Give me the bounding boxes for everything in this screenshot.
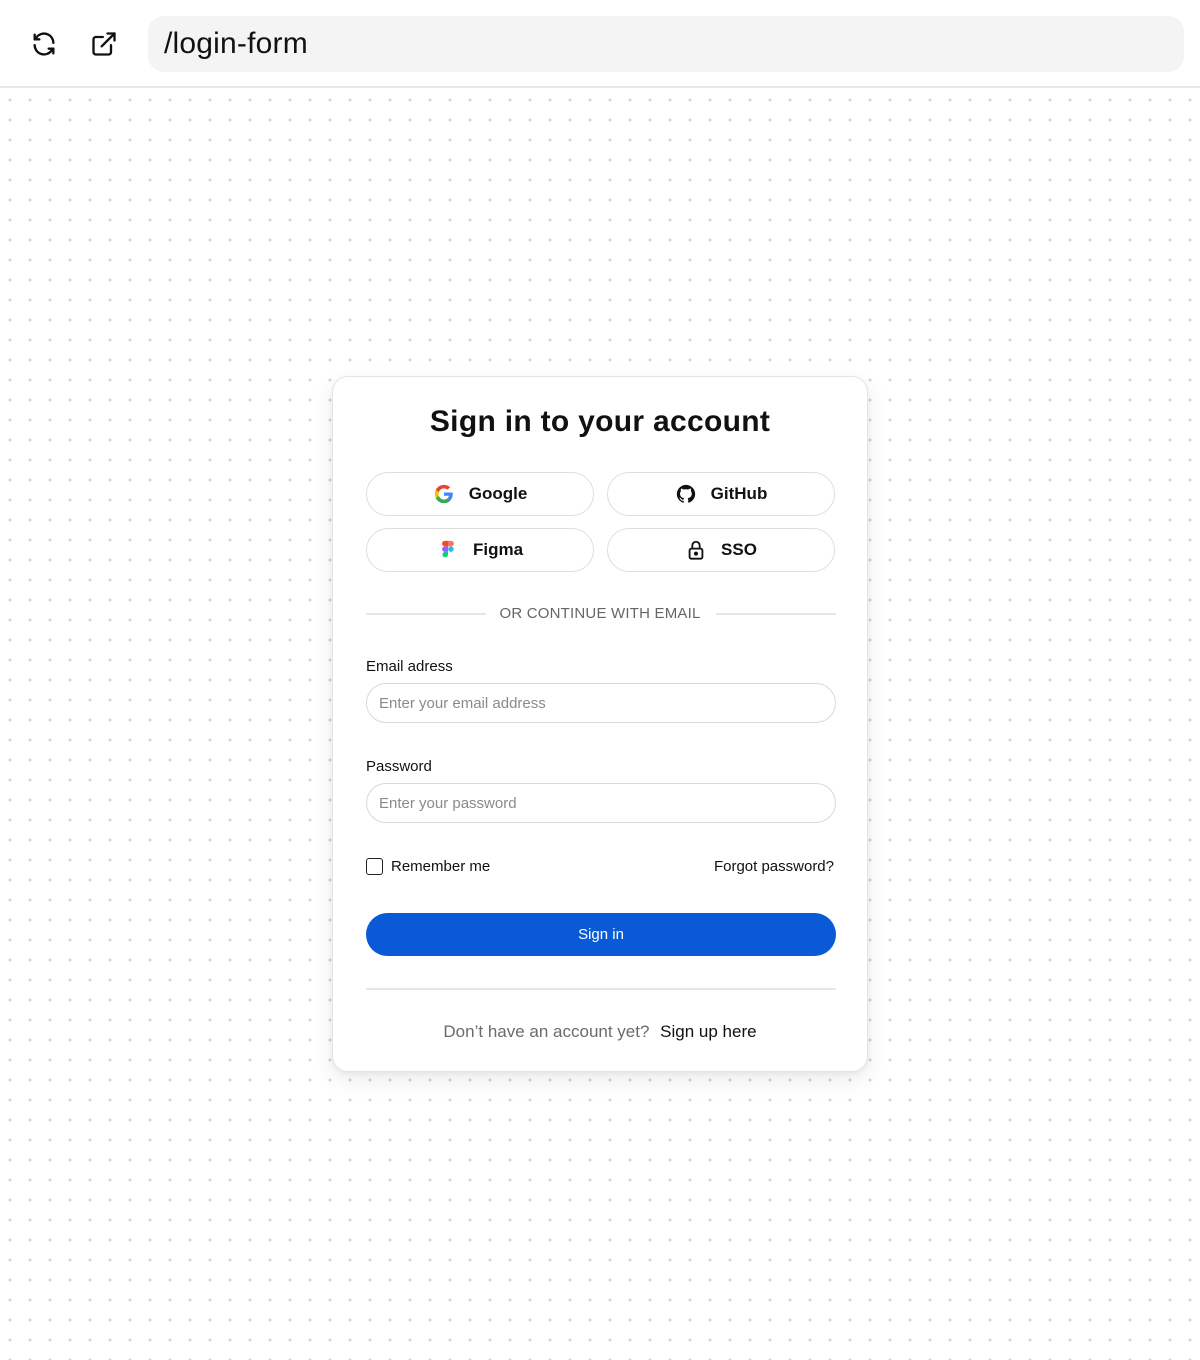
google-button[interactable]: Google	[366, 472, 594, 516]
refresh-icon[interactable]	[28, 28, 60, 60]
github-icon	[676, 484, 695, 503]
page-title: Sign in to your account	[429, 405, 771, 438]
lock-icon	[688, 540, 704, 560]
forgot-password-link[interactable]: Forgot password?	[714, 858, 834, 875]
login-card: Sign in to your account Google GitHub Fi…	[332, 376, 868, 1072]
email-field[interactable]	[366, 683, 836, 723]
divider-right	[716, 613, 836, 615]
browser-toolbar: /login-form	[0, 0, 1200, 88]
remember-label: Remember me	[391, 858, 491, 875]
signup-prompt-text: Don’t have an account yet?	[443, 1022, 650, 1041]
bottom-divider	[366, 988, 836, 990]
email-label: Email adress	[366, 658, 453, 675]
password-field[interactable]	[366, 783, 836, 823]
external-link-icon[interactable]	[88, 28, 120, 60]
github-button[interactable]: GitHub	[607, 472, 835, 516]
sso-label: SSO	[721, 540, 757, 559]
google-label: Google	[468, 484, 528, 503]
github-label: GitHub	[710, 484, 768, 503]
figma-icon	[442, 540, 454, 558]
signup-prompt: Don’t have an account yet? Sign up here	[333, 1022, 867, 1042]
figma-button[interactable]: Figma	[366, 528, 594, 572]
figma-label: Figma	[472, 540, 524, 559]
url-bar[interactable]: /login-form	[148, 16, 1184, 72]
url-text: /login-form	[164, 27, 308, 60]
remember-me[interactable]: Remember me	[366, 858, 490, 875]
sso-button[interactable]: SSO	[607, 528, 835, 572]
sign-up-link[interactable]: Sign up here	[660, 1022, 756, 1041]
remember-checkbox[interactable]	[366, 858, 383, 875]
sign-in-button[interactable]: Sign in	[366, 913, 836, 956]
sign-in-label: Sign in	[578, 926, 624, 943]
password-label: Password	[366, 758, 432, 775]
google-icon	[434, 484, 453, 504]
